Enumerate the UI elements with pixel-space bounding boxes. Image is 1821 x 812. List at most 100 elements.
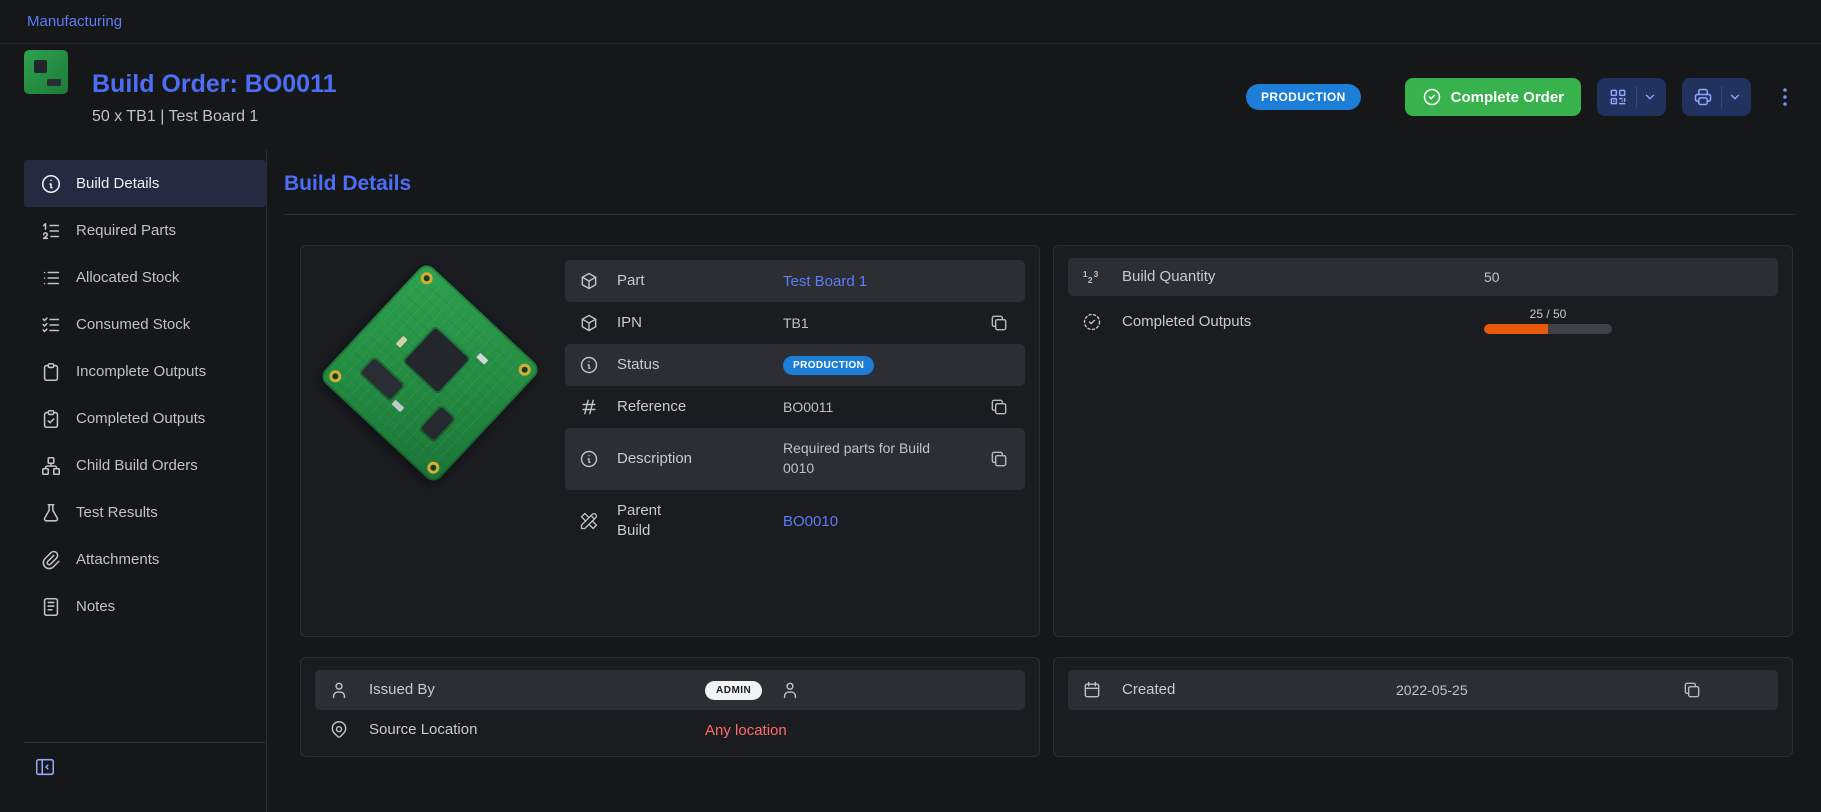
sidebar-item-child-build-orders[interactable]: Child Build Orders [24,442,266,489]
copy-icon[interactable] [989,449,1009,469]
part-link[interactable]: Test Board 1 [783,273,971,290]
printer-icon [1682,87,1721,107]
paperclip-icon [40,549,62,571]
pcb-board-image [318,261,541,484]
section-title: Build Details [284,172,1795,196]
table-row-created: Created 2022-05-25 [1068,670,1778,710]
sidebar-item-label: Attachments [76,551,159,568]
calendar-icon [1082,680,1102,700]
circle-check-icon [1422,87,1442,107]
pcb-component [476,353,488,365]
row-label: Created [1122,680,1376,700]
row-label: Status [617,355,765,375]
sidebar-item-build-details[interactable]: Build Details [24,160,266,207]
package-icon [579,271,599,291]
package-icon [579,313,599,333]
section-divider [284,214,1795,215]
page-subtitle: 50 x TB1 | Test Board 1 [92,108,337,126]
row-value: 50 [1484,269,1764,285]
build-details-card: Part Test Board 1 IPN TB1 Status PRODUCT… [300,245,1040,637]
row-value: BO0011 [783,399,971,415]
svg-text:3: 3 [1094,269,1099,279]
pcb-chip [34,60,47,73]
sidebar-item-label: Build Details [76,175,159,192]
actions-menu-button[interactable] [1773,85,1797,109]
sidebar-item-label: Consumed Stock [76,316,190,333]
sidebar-item-label: Required Parts [76,222,176,239]
sidebar-item-label: Test Results [76,504,158,521]
created-card: Created 2022-05-25 [1053,657,1793,757]
table-row-description: Description Required parts for Build 001… [565,428,1025,490]
table-row-parent-build: Parent Build BO0010 [565,490,1025,552]
chevron-down-icon[interactable] [1637,90,1666,104]
sidebar-item-allocated-stock[interactable]: Allocated Stock [24,254,266,301]
breadcrumb: Manufacturing [0,0,1821,44]
details-table: Part Test Board 1 IPN TB1 Status PRODUCT… [565,260,1025,622]
copy-icon[interactable] [989,397,1009,417]
list-icon [40,267,62,289]
tools-icon [579,511,599,531]
issue-card: Issued By ADMIN Source Location Any loca… [300,657,1040,757]
completed-outputs-progress: 25 / 50 [1484,307,1612,334]
clipboard-check-icon [40,408,62,430]
barcode-actions-button[interactable] [1597,78,1666,116]
table-row-part: Part Test Board 1 [565,260,1025,302]
sidebar-item-label: Notes [76,598,115,615]
row-label: Source Location [369,720,685,740]
copy-icon[interactable] [1682,680,1702,700]
qrcode-icon [1597,87,1636,107]
pcb-chip [404,328,469,393]
table-row-ipn: IPN TB1 [565,302,1025,344]
part-image[interactable] [315,260,547,492]
sidebar-item-notes[interactable]: Notes [24,583,266,630]
chevron-down-icon[interactable] [1722,90,1751,104]
build-thumbnail-image[interactable] [24,50,68,94]
sidebar-item-test-results[interactable]: Test Results [24,489,266,536]
pcb-pad [418,270,435,287]
table-row-status: Status PRODUCTION [565,344,1025,386]
row-label: Part [617,271,765,291]
list-check-icon [40,314,62,336]
table-row-reference: Reference BO0011 [565,386,1025,428]
page-title: Build Order: BO0011 [92,69,337,99]
table-row-source-location: Source Location Any location [315,710,1025,750]
row-label: Reference [617,397,765,417]
breadcrumb-manufacturing-link[interactable]: Manufacturing [27,13,122,30]
sidebar-item-label: Completed Outputs [76,410,205,427]
user-avatar-icon [780,680,800,700]
table-row-issued-by: Issued By ADMIN [315,670,1025,710]
pcb-chip [421,407,455,441]
pcb-pad [425,459,442,476]
sitemap-icon [40,455,62,477]
status-badge: PRODUCTION [783,356,874,375]
row-value: 2022-05-25 [1396,682,1468,698]
pcb-chip [361,358,404,400]
sidebar-item-label: Allocated Stock [76,269,179,286]
pcb-component [391,400,404,413]
sidebar-item-label: Child Build Orders [76,457,198,474]
progress-label: 25 / 50 [1484,307,1612,321]
sidebar-item-completed-outputs[interactable]: Completed Outputs [24,395,266,442]
sidebar-item-attachments[interactable]: Attachments [24,536,266,583]
print-actions-button[interactable] [1682,78,1751,116]
admin-badge: ADMIN [705,681,762,700]
row-label: Build Quantity [1122,267,1464,287]
copy-icon[interactable] [989,313,1009,333]
collapse-sidebar-icon[interactable] [34,756,56,778]
sidebar-item-incomplete-outputs[interactable]: Incomplete Outputs [24,348,266,395]
pcb-component [396,336,408,348]
info-circle-icon [579,355,599,375]
notes-icon [40,596,62,618]
sidebar-item-required-parts[interactable]: Required Parts [24,207,266,254]
map-pin-icon [329,720,349,740]
sidebar-item-consumed-stock[interactable]: Consumed Stock [24,301,266,348]
row-label: Issued By [369,680,685,700]
parent-build-link[interactable]: BO0010 [783,513,971,530]
numbers-123-icon: 123 [1082,267,1102,287]
row-label: IPN [617,313,765,333]
complete-order-button[interactable]: Complete Order [1405,78,1581,116]
row-value: Required parts for Build 0010 [783,439,953,478]
table-row-completed-outputs: Completed Outputs 25 / 50 [1068,296,1778,348]
status-badge: PRODUCTION [1246,84,1361,110]
pcb-pad [516,361,533,378]
